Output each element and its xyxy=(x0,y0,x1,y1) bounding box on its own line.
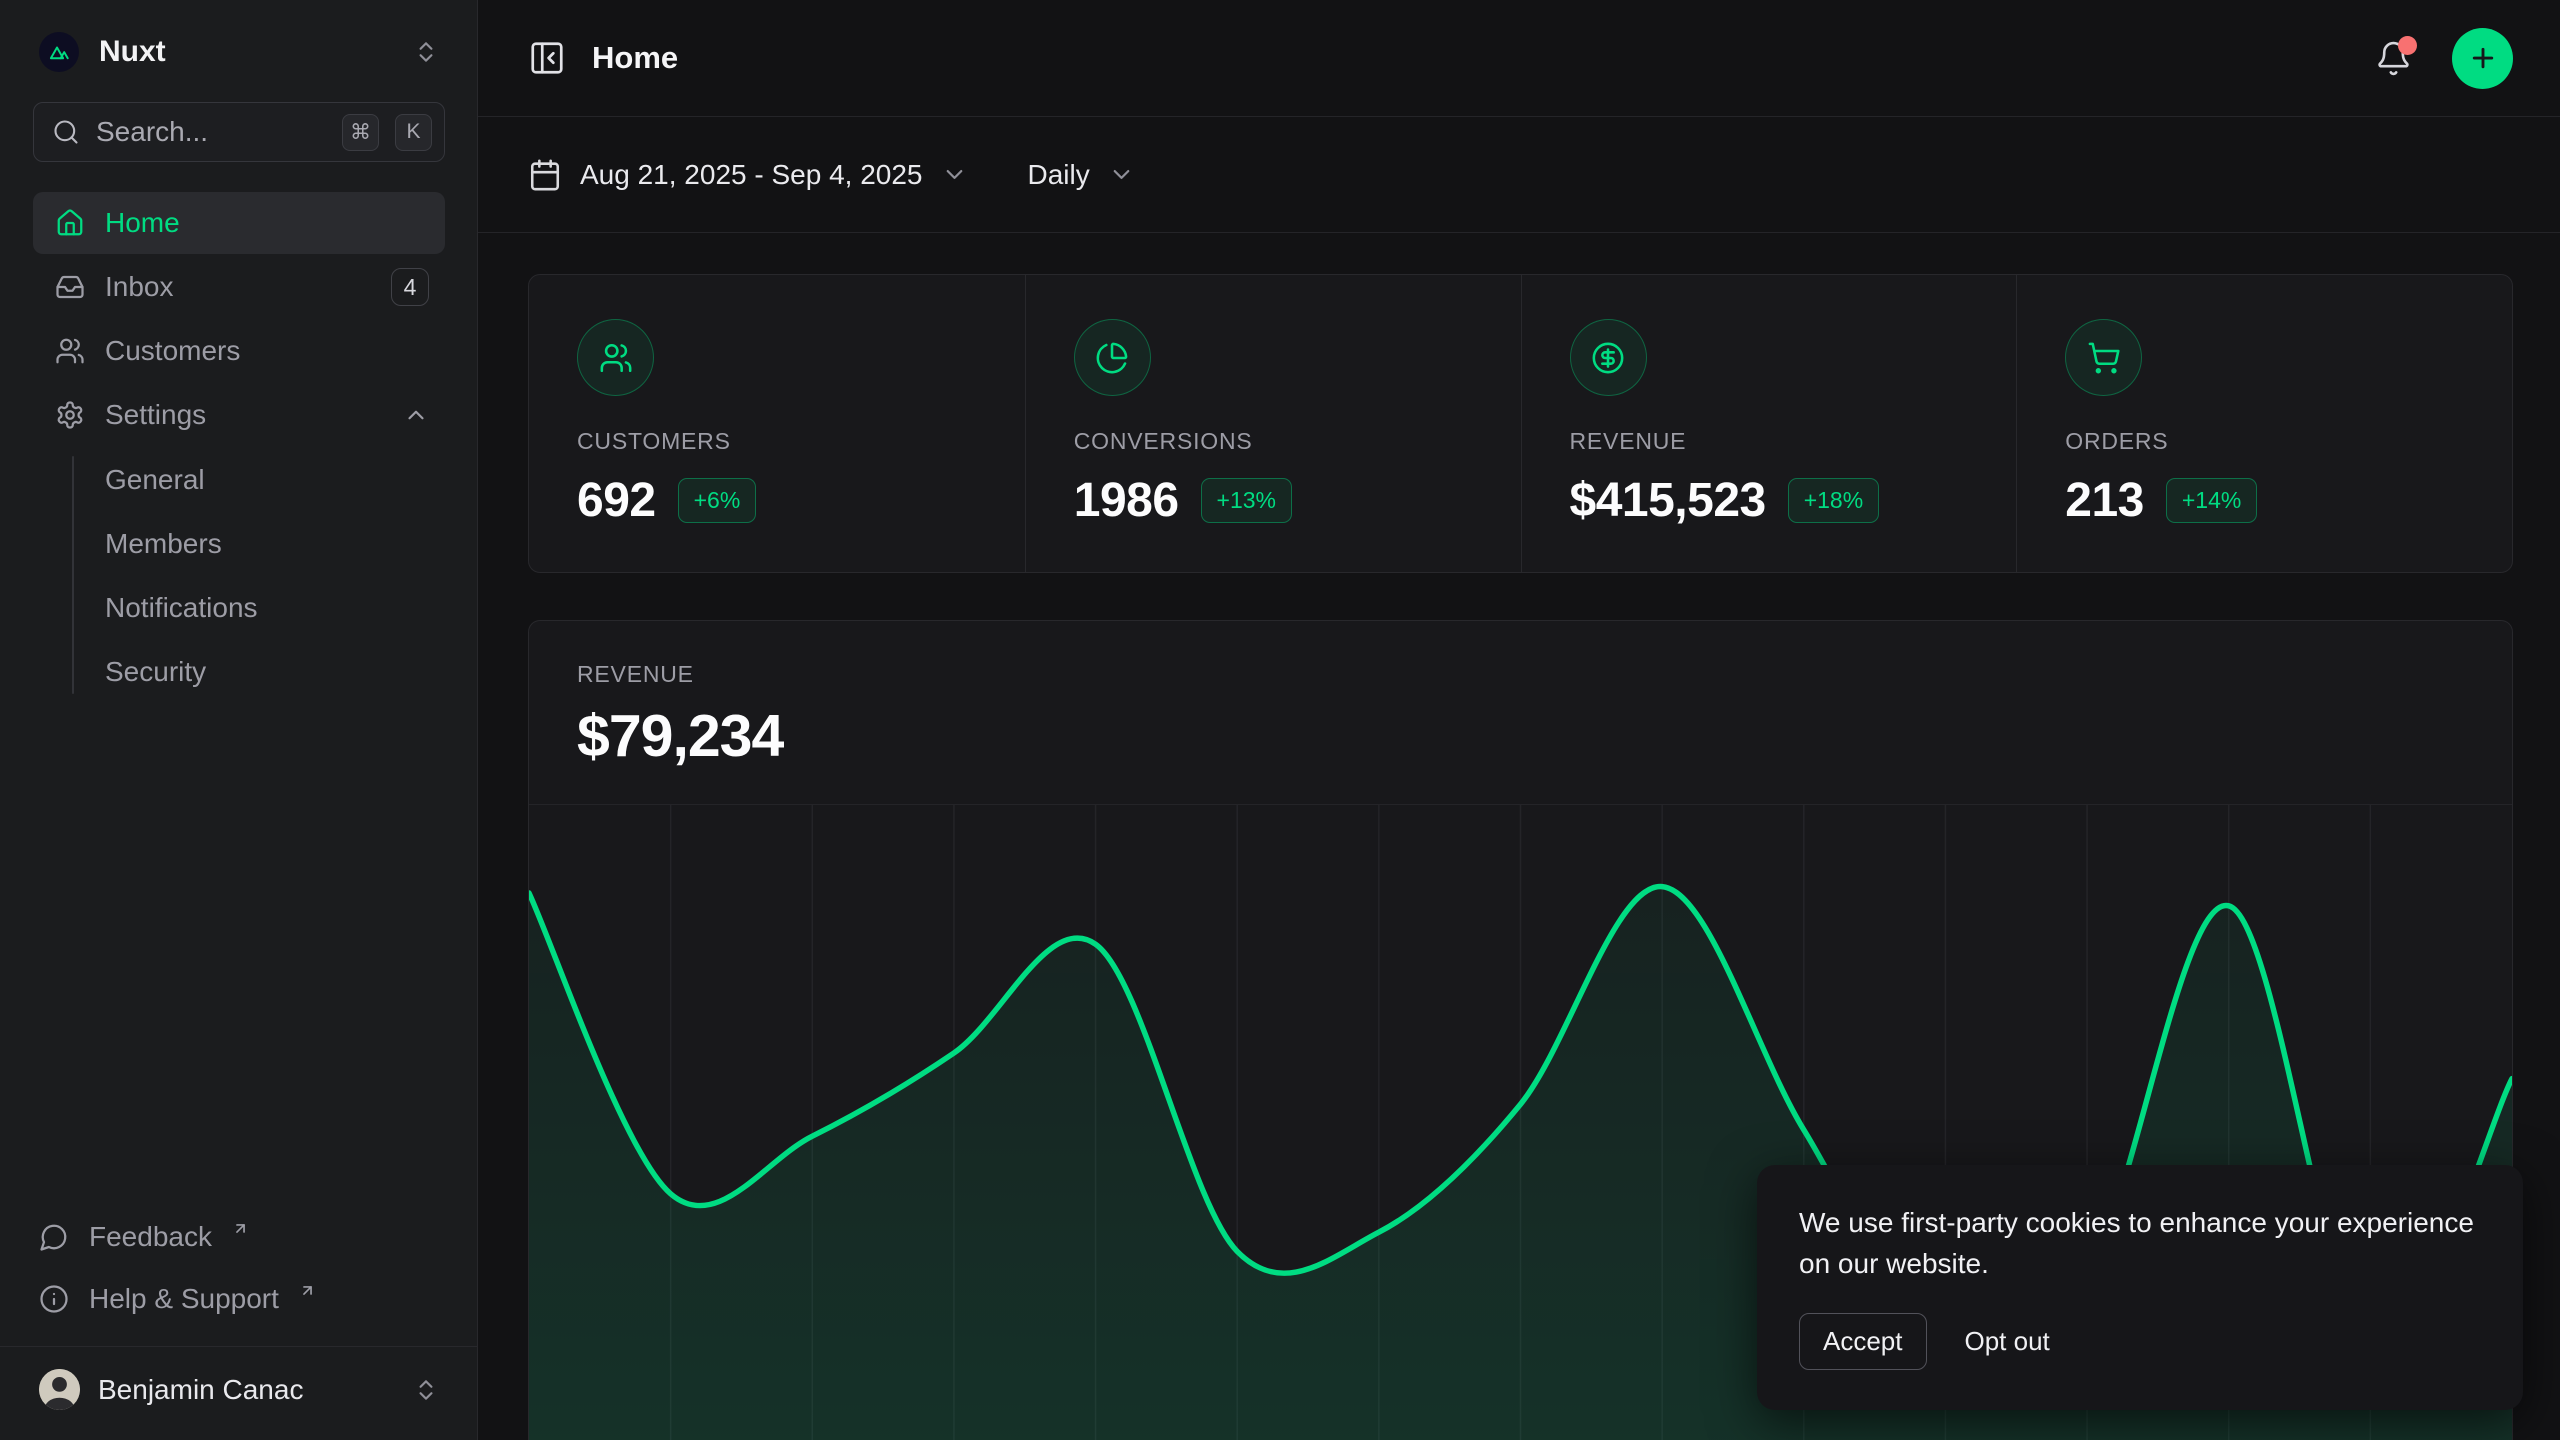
cart-icon xyxy=(2065,319,2142,396)
inbox-icon xyxy=(55,272,85,302)
sidebar-item-label: Inbox xyxy=(105,271,174,303)
search-input[interactable] xyxy=(96,116,326,148)
stat-label: REVENUE xyxy=(1570,428,1987,455)
message-circle-icon xyxy=(39,1222,69,1252)
cookie-actions: Accept Opt out xyxy=(1799,1313,2481,1370)
stat-customers: CUSTOMERS 692 +6% xyxy=(529,275,1025,572)
users-icon xyxy=(55,336,85,366)
external-link-icon xyxy=(299,1282,316,1299)
kbd-k-key: K xyxy=(395,114,432,151)
nuxt-logo-icon xyxy=(39,32,79,72)
external-link-icon xyxy=(232,1220,249,1237)
plus-icon xyxy=(2468,43,2498,73)
notification-dot xyxy=(2398,36,2417,55)
page-title: Home xyxy=(592,40,678,76)
stat-value: 692 xyxy=(577,473,656,528)
revenue-chart-header: REVENUE $79,234 xyxy=(529,621,2512,804)
chevrons-up-down-icon xyxy=(413,39,439,65)
sidebar-subitem-label: General xyxy=(105,464,205,496)
users-icon xyxy=(577,319,654,396)
stat-delta-badge: +14% xyxy=(2166,478,2257,523)
sidebar: Nuxt ⌘ K Home xyxy=(0,0,478,1440)
sidebar-item-general[interactable]: General xyxy=(105,448,445,512)
optout-cookies-button[interactable]: Opt out xyxy=(1965,1326,2050,1357)
pie-chart-icon xyxy=(1074,319,1151,396)
sidebar-nav: Home Inbox 4 Customers xyxy=(33,192,445,704)
filter-bar: Aug 21, 2025 - Sep 4, 2025 Daily xyxy=(478,117,2560,233)
sidebar-item-customers[interactable]: Customers xyxy=(33,320,445,382)
footer-link-label: Feedback xyxy=(89,1221,212,1253)
date-range-label: Aug 21, 2025 - Sep 4, 2025 xyxy=(580,159,923,191)
sidebar-item-inbox[interactable]: Inbox 4 xyxy=(33,256,445,318)
sidebar-item-label: Customers xyxy=(105,335,240,367)
feedback-link[interactable]: Feedback xyxy=(33,1206,445,1268)
home-icon xyxy=(55,208,85,238)
chevron-down-icon xyxy=(941,161,968,188)
date-range-picker[interactable]: Aug 21, 2025 - Sep 4, 2025 xyxy=(528,158,968,192)
sidebar-item-label: Home xyxy=(105,207,180,239)
footer-link-label: Help & Support xyxy=(89,1283,279,1315)
chevron-down-icon xyxy=(1108,161,1135,188)
help-support-link[interactable]: Help & Support xyxy=(33,1268,445,1330)
sidebar-subitem-label: Security xyxy=(105,656,206,688)
add-button[interactable] xyxy=(2452,28,2513,89)
header-actions xyxy=(2375,28,2513,89)
stat-delta-badge: +18% xyxy=(1788,478,1879,523)
workspace-switcher[interactable]: Nuxt xyxy=(33,26,445,102)
cookie-message: We use first-party cookies to enhance yo… xyxy=(1799,1203,2481,1285)
sidebar-item-members[interactable]: Members xyxy=(105,512,445,576)
stat-value: $415,523 xyxy=(1570,473,1766,528)
avatar xyxy=(39,1369,80,1410)
sidebar-subitem-label: Notifications xyxy=(105,592,258,624)
page-header: Home xyxy=(478,0,2560,117)
settings-gear-icon xyxy=(55,400,85,430)
granularity-select[interactable]: Daily xyxy=(1028,159,1135,191)
sidebar-item-notifications[interactable]: Notifications xyxy=(105,576,445,640)
revenue-chart-value: $79,234 xyxy=(577,702,2464,770)
stat-label: ORDERS xyxy=(2065,428,2482,455)
search-box[interactable]: ⌘ K xyxy=(33,102,445,162)
stat-label: CUSTOMERS xyxy=(577,428,995,455)
kbd-cmd-key: ⌘ xyxy=(342,114,379,151)
calendar-icon xyxy=(528,158,562,192)
user-menu[interactable]: Benjamin Canac xyxy=(33,1347,445,1416)
sidebar-item-home[interactable]: Home xyxy=(33,192,445,254)
stat-label: CONVERSIONS xyxy=(1074,428,1491,455)
user-name: Benjamin Canac xyxy=(98,1374,303,1406)
brand-name: Nuxt xyxy=(99,35,166,69)
stats-card-group: CUSTOMERS 692 +6% CONVERSIONS 1986 +13% xyxy=(528,274,2513,573)
revenue-chart-label: REVENUE xyxy=(577,661,2464,688)
stat-value: 213 xyxy=(2065,473,2144,528)
sidebar-subitem-label: Members xyxy=(105,528,222,560)
chevron-up-icon xyxy=(403,402,429,428)
stat-delta-badge: +13% xyxy=(1201,478,1292,523)
settings-submenu: General Members Notifications Security xyxy=(33,448,445,704)
notifications-button[interactable] xyxy=(2375,40,2412,77)
granularity-label: Daily xyxy=(1028,159,1090,191)
dollar-circle-icon xyxy=(1570,319,1647,396)
stat-orders: ORDERS 213 +14% xyxy=(2016,275,2512,572)
stat-revenue: REVENUE $415,523 +18% xyxy=(1521,275,2017,572)
inbox-count-badge: 4 xyxy=(391,268,429,306)
stat-conversions: CONVERSIONS 1986 +13% xyxy=(1025,275,1521,572)
stat-delta-badge: +6% xyxy=(678,478,757,523)
sidebar-item-label: Settings xyxy=(105,399,206,431)
stat-value: 1986 xyxy=(1074,473,1179,528)
sidebar-item-security[interactable]: Security xyxy=(105,640,445,704)
accept-cookies-button[interactable]: Accept xyxy=(1799,1313,1927,1370)
panel-left-close-icon[interactable] xyxy=(528,39,566,77)
info-circle-icon xyxy=(39,1284,69,1314)
chevrons-up-down-icon xyxy=(413,1377,439,1403)
cookie-banner: We use first-party cookies to enhance yo… xyxy=(1757,1165,2523,1410)
sidebar-item-settings[interactable]: Settings xyxy=(33,384,445,446)
sidebar-footer: Feedback Help & Support xyxy=(33,1206,445,1330)
search-icon xyxy=(52,118,80,146)
